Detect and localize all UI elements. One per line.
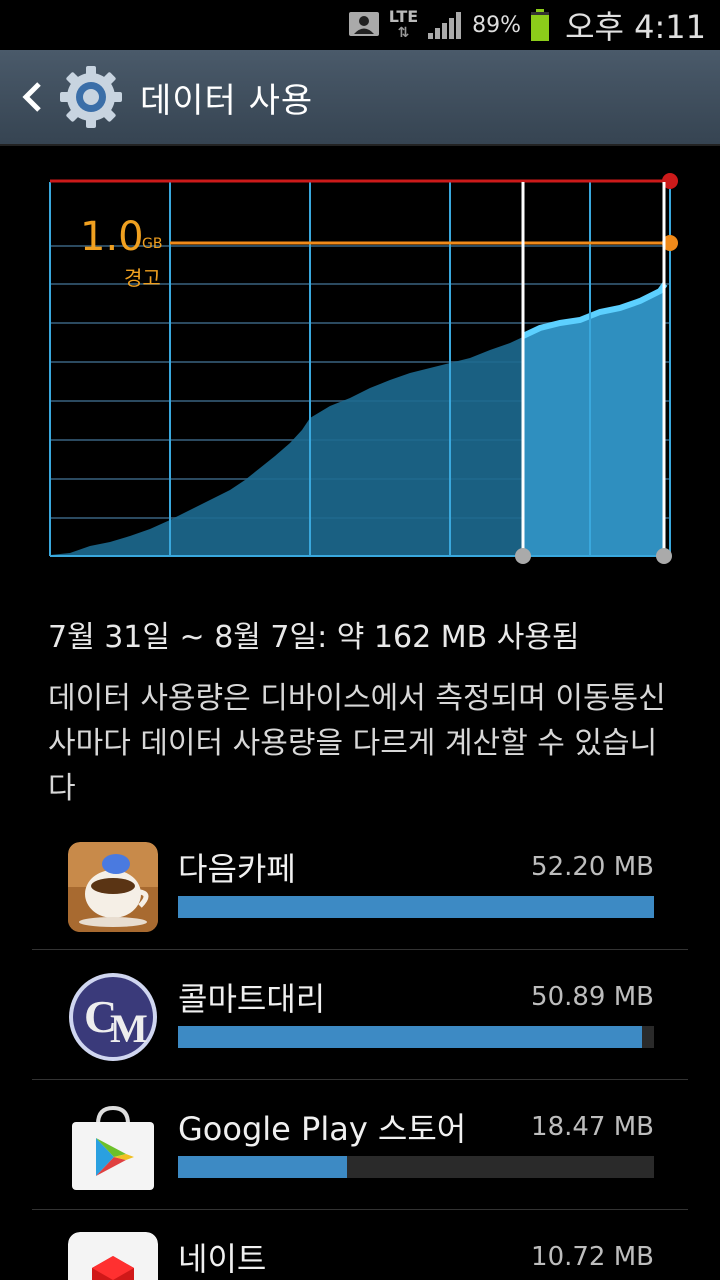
app-usage-row[interactable]: Google Play 스토어 18.47 MB [32,1080,688,1210]
svg-text:M: M [110,1006,148,1051]
signal-strength-icon [428,12,462,39]
app-usage-row[interactable]: 다음카페 52.20 MB [32,820,688,950]
page-title: 데이터 사용 [140,80,314,121]
limit-value: 1.0 [80,214,144,260]
app-name: 다음카페 [178,850,296,888]
action-bar: 데이터 사용 [0,50,720,146]
data-activity-icon: ⇅ [397,25,410,41]
status-bar: LTE ⇅ 89% 오후 4:11 [0,0,720,50]
network-type-label: LTE [388,7,419,26]
app-data-size: 10.72 MB [531,1242,654,1272]
network-type-indicator: LTE ⇅ [388,7,419,42]
colmart-app-icon: C M [68,972,158,1062]
play-store-app-icon [68,1102,158,1192]
app-usage-bar [178,896,654,918]
clock: 오후 4:11 [565,8,706,46]
app-usage-bar-fill [178,896,654,918]
daum-cafe-app-icon [68,842,158,932]
usage-disclaimer: 데이터 사용량은 디바이스에서 측정되며 이동통신사마다 데이터 사용량을 다르… [48,681,666,806]
app-name: Google Play 스토어 [178,1110,467,1148]
nate-app-icon [68,1232,158,1280]
settings-gear-icon [60,66,122,128]
app-usage-row[interactable]: 네이트 10.72 MB [32,1210,688,1280]
app-usage-bar [178,1026,654,1048]
notification-contact-icon [349,12,379,36]
battery-icon [531,9,550,41]
app-name: 콜마트대리 [178,980,326,1018]
app-name: 네이트 [178,1240,267,1278]
limit-unit: GB [142,236,163,252]
app-data-size: 52.20 MB [531,852,654,882]
app-usage-row[interactable]: C M 콜마트대리 50.89 MB [32,950,688,1080]
battery-percentage: 89% [472,12,522,38]
app-data-size: 18.47 MB [531,1112,654,1142]
back-button[interactable] [12,77,52,117]
app-usage-bar-fill [178,1026,643,1048]
range-end-handle[interactable] [656,548,672,564]
warning-label: 경고 [124,266,161,290]
app-usage-bar [178,1156,654,1178]
usage-summary: 7월 31일 ~ 8월 7일: 약 162 MB 사용됨 [48,620,580,655]
app-data-size: 50.89 MB [531,982,654,1012]
app-usage-list: 다음카페 52.20 MB C M 콜마트대리 50.89 MB Google … [32,820,688,1280]
app-usage-bar-fill [178,1156,347,1178]
range-start-handle[interactable] [515,548,531,564]
chevron-left-icon [22,82,41,112]
